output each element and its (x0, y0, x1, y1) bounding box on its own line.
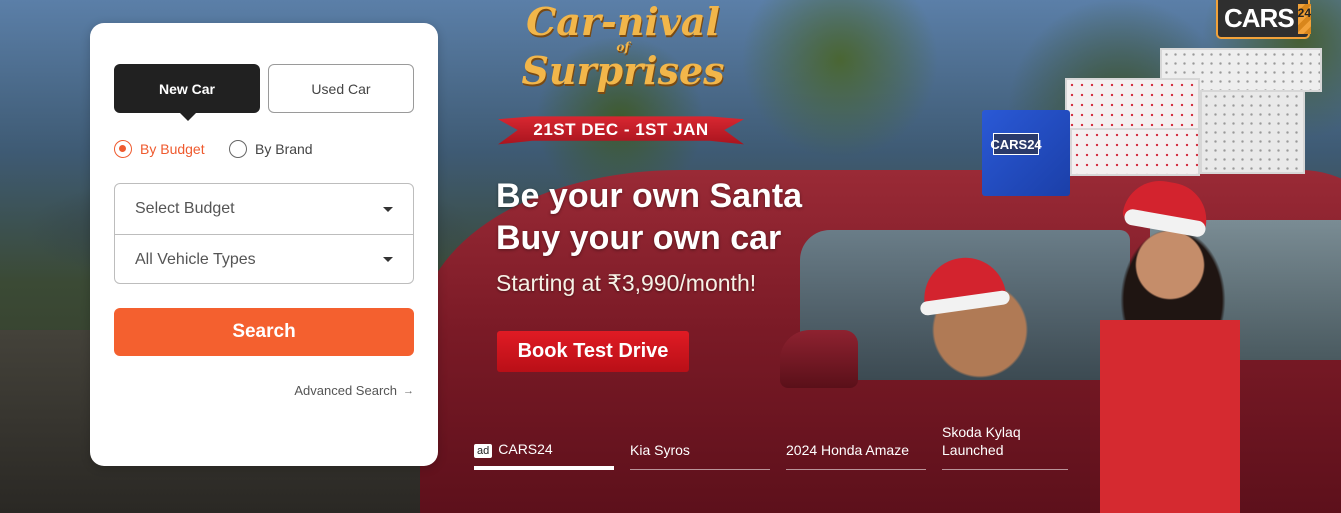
hero-headline: Be your own Santa Buy your own car (496, 175, 802, 259)
caret-down-icon (383, 206, 393, 212)
caret-down-icon (383, 257, 393, 262)
slider-tab-label: 2024 Honda Amaze (786, 442, 909, 458)
advanced-search-label: Advanced Search (294, 383, 397, 398)
car-side-mirror (780, 330, 858, 388)
radio-unselected-icon (229, 140, 247, 158)
radio-label: By Budget (140, 141, 205, 157)
advanced-search-link[interactable]: Advanced Search → (294, 383, 414, 398)
headline-line-2: Buy your own car (496, 219, 782, 257)
slider-tab-label: CARS24 (498, 441, 553, 457)
bag-logo-text: CARS24 (990, 133, 1042, 155)
cars24-logo[interactable]: CARS 24 (1216, 0, 1312, 39)
slider-tab-label: Skoda Kylaq Launched (942, 424, 1021, 458)
arrow-right-icon: → (403, 384, 414, 397)
gift-box-icon (1200, 90, 1305, 174)
ad-badge: ad (474, 444, 493, 458)
radio-selected-icon (114, 140, 132, 158)
radio-by-brand[interactable]: By Brand (229, 140, 313, 158)
search-filters: Select Budget All Vehicle Types (114, 183, 414, 284)
slider-tab-skoda-kylaq[interactable]: Skoda Kylaq Launched (942, 424, 1068, 470)
logo-number: 24 (1297, 3, 1312, 34)
hero-subline: Starting at ₹3,990/month! (496, 270, 757, 296)
woman-image (1100, 200, 1240, 513)
slider-tab-label: Kia Syros (630, 442, 690, 458)
slider-tab-kia-syros[interactable]: Kia Syros (630, 426, 770, 470)
gift-box-icon (1070, 128, 1200, 176)
slider-tab-honda-amaze[interactable]: 2024 Honda Amaze (786, 426, 926, 470)
radio-label: By Brand (255, 141, 313, 157)
campaign-line-1: Car-nival (526, 0, 720, 44)
slider-tab-cars24[interactable]: ad CARS24 (474, 426, 614, 470)
vehicle-type-select[interactable]: All Vehicle Types (115, 234, 413, 283)
budget-select-value: Select Budget (135, 200, 235, 217)
headline-line-1: Be your own Santa (496, 177, 803, 215)
campaign-logo: Car-nival of Surprises (518, 2, 728, 90)
book-test-drive-button[interactable]: Book Test Drive (497, 331, 689, 372)
campaign-dates: 21ST DEC - 1ST JAN (533, 120, 709, 139)
tab-new-car[interactable]: New Car (114, 64, 260, 121)
car-search-card: New Car Used Car By Budget By Brand Sele… (90, 23, 438, 466)
logo-text: CARS (1224, 3, 1295, 33)
gift-box-icon (1065, 78, 1200, 130)
vehicle-type-select-value: All Vehicle Types (135, 250, 256, 268)
campaign-line-2: Surprises (521, 48, 725, 93)
search-button[interactable]: Search (114, 308, 414, 356)
budget-select[interactable]: Select Budget (115, 184, 413, 234)
tab-used-car[interactable]: Used Car (268, 64, 414, 113)
radio-by-budget[interactable]: By Budget (114, 140, 205, 158)
